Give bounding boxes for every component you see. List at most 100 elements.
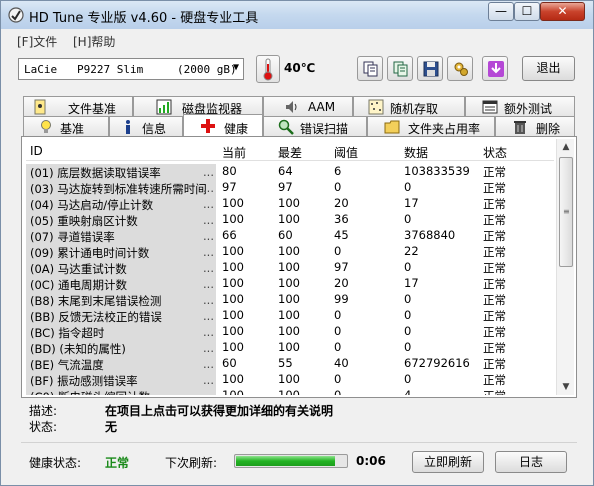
truncation-ellipsis: ... <box>203 309 214 323</box>
table-row[interactable]: (BF) 振动感测错误率... 100 100 0 0 正常 <box>26 371 554 388</box>
cell-worst: 60 <box>278 228 293 242</box>
table-row[interactable]: (BB) 反馈无法校正的错误... 100 100 0 0 正常 <box>26 307 554 324</box>
minimize-button[interactable]: — <box>488 2 514 21</box>
tab-folder-usage[interactable]: 文件夹占用率 <box>367 116 495 136</box>
cell-worst: 55 <box>278 356 293 370</box>
tab-aam[interactable]: AAM <box>263 96 353 116</box>
copy-all-icon <box>393 61 408 77</box>
table-row[interactable]: (0C) 通电周期计数... 100 100 20 17 正常 <box>26 275 554 292</box>
cell-threshold: 0 <box>334 244 342 258</box>
tab-benchmark[interactable]: 基准 <box>23 116 109 136</box>
vertical-scrollbar[interactable]: ▲ ≡ ▼ <box>556 139 574 395</box>
info-icon <box>126 120 130 134</box>
header-data[interactable]: 数据 <box>404 144 428 161</box>
refresh-timer: 0:06 <box>356 454 386 468</box>
truncation-ellipsis: ... <box>203 213 214 227</box>
tab-label: 错误扫描 <box>300 122 349 136</box>
table-row[interactable]: (B8) 末尾到末尾错误检测... 100 100 99 0 正常 <box>26 291 554 308</box>
menu-help[interactable]: [H]帮助 <box>73 33 115 50</box>
truncation-ellipsis: ... <box>203 293 214 307</box>
error-scan-icon <box>278 119 294 135</box>
tab-label: AAM <box>308 100 336 114</box>
download-button[interactable] <box>482 56 508 81</box>
dropdown-arrow-icon[interactable]: ▼ <box>233 62 239 73</box>
exit-button[interactable]: 退出 <box>522 56 575 81</box>
table-row[interactable]: (04) 马达启动/停止计数... 100 100 20 17 正常 <box>26 195 554 212</box>
menu-bar: [F]文件 [H]帮助 <box>1 30 593 52</box>
drive-select[interactable]: LaCie P9227 Slim (2000 gB) ▼ <box>18 58 244 80</box>
cell-status: 正常 <box>483 165 506 179</box>
table-row[interactable]: (03) 马达旋转到标准转速所需时间... 97 97 0 0 正常 <box>26 179 554 196</box>
cell-status: 正常 <box>483 197 506 211</box>
table-row[interactable]: (BD) (未知的属性)... 100 100 0 0 正常 <box>26 339 554 356</box>
table-row[interactable]: (BC) 指令超时... 100 100 0 0 正常 <box>26 323 554 340</box>
truncation-ellipsis: ... <box>203 325 214 339</box>
cell-worst: 64 <box>278 164 293 178</box>
cell-id: (C0) 断电磁头缩回计数... <box>26 388 216 395</box>
table-row[interactable]: (05) 重映射扇区计数... 100 100 36 0 正常 <box>26 211 554 228</box>
header-current[interactable]: 当前 <box>222 144 246 161</box>
table-row[interactable]: (07) 寻道错误率... 66 60 45 3768840 正常 <box>26 227 554 244</box>
maximize-button[interactable]: ☐ <box>514 2 540 21</box>
options-button[interactable] <box>447 56 473 81</box>
table-row[interactable]: (01) 底层数据读取错误率... 80 64 6 103833539 正常 <box>26 163 554 180</box>
copy-button[interactable] <box>357 56 383 81</box>
cell-worst: 100 <box>278 372 300 386</box>
tab-extra-tests[interactable]: 额外测试 <box>465 96 575 116</box>
tab-health[interactable]: 健康 <box>183 114 263 136</box>
attribute-name: (BD) (未知的属性) <box>30 342 126 356</box>
refresh-now-button[interactable]: 立即刷新 <box>412 451 484 473</box>
cell-status: 正常 <box>483 261 506 275</box>
cell-status: 正常 <box>483 229 506 243</box>
tab-error-scan[interactable]: 错误扫描 <box>263 116 367 136</box>
tab-file-benchmark[interactable]: 文件基准 <box>23 96 133 116</box>
log-button[interactable]: 日志 <box>495 451 567 473</box>
menu-file[interactable]: [F]文件 <box>17 33 57 50</box>
smart-table[interactable]: ID 当前 最差 阈值 数据 状态 (01) 底层数据读取错误率... 80 64 6… <box>26 139 554 395</box>
cell-id: (BD) (未知的属性)... <box>26 340 216 356</box>
scrollbar-thumb[interactable]: ≡ <box>559 157 573 267</box>
attribute-name: (01) 底层数据读取错误率 <box>30 166 161 180</box>
file-benchmark-icon <box>34 99 46 115</box>
tab-info[interactable]: 信息 <box>109 116 183 136</box>
toolbar: LaCie P9227 Slim (2000 gB) ▼ 40℃ 退出 <box>1 52 593 88</box>
attribute-name: (BC) 指令超时 <box>30 326 105 340</box>
save-button[interactable] <box>417 56 443 81</box>
table-row[interactable]: (BE) 气流温度... 60 55 40 672792616 正常 <box>26 355 554 372</box>
header-worst[interactable]: 最差 <box>278 144 302 161</box>
scroll-up-icon[interactable]: ▲ <box>557 139 575 155</box>
cell-threshold: 36 <box>334 212 349 226</box>
title-bar[interactable]: HD Tune 专业版 v4.60 - 硬盘专业工具 — ☐ ✕ <box>1 1 593 29</box>
smart-table-panel: ID 当前 最差 阈值 数据 状态 (01) 底层数据读取错误率... 80 64 6… <box>21 136 577 398</box>
copy-all-button[interactable] <box>387 56 413 81</box>
cell-current: 100 <box>222 308 244 322</box>
cell-data: 672792616 <box>404 356 470 370</box>
tab-label: 文件基准 <box>68 102 117 116</box>
attribute-name: (B8) 末尾到末尾错误检测 <box>30 294 162 308</box>
table-row[interactable]: (09) 累计通电时间计数... 100 100 0 22 正常 <box>26 243 554 260</box>
health-status-label: 健康状态: <box>29 456 82 470</box>
header-status[interactable]: 状态 <box>483 144 507 161</box>
attribute-name: (BB) 反馈无法校正的错误 <box>30 310 162 324</box>
attribute-name: (BE) 气流温度 <box>30 358 104 372</box>
header-id[interactable]: ID <box>30 144 43 158</box>
table-row[interactable]: (C0) 断电磁头缩回计数... 100 100 0 4 正常 <box>26 387 554 395</box>
disk-monitor-icon <box>156 99 172 115</box>
tab-delete[interactable]: 删除 <box>495 116 575 136</box>
table-row[interactable]: (0A) 马达重试计数... 100 100 97 0 正常 <box>26 259 554 276</box>
tab-disk-monitor[interactable]: 磁盘监视器 <box>133 96 263 116</box>
cell-status: 正常 <box>483 293 506 307</box>
cell-current: 97 <box>222 180 237 194</box>
tab-label: 信息 <box>142 122 167 136</box>
cell-worst: 97 <box>278 180 293 194</box>
header-threshold[interactable]: 阈值 <box>334 144 358 161</box>
scroll-down-icon[interactable]: ▼ <box>557 379 575 395</box>
truncation-ellipsis: ... <box>203 229 214 243</box>
close-button[interactable]: ✕ <box>540 2 585 21</box>
extra-tests-icon <box>482 100 498 114</box>
cell-status: 正常 <box>483 388 506 395</box>
cell-data: 0 <box>404 180 412 194</box>
tab-random-access[interactable]: 随机存取 <box>353 96 465 116</box>
cell-worst: 100 <box>278 212 300 226</box>
app-window: HD Tune 专业版 v4.60 - 硬盘专业工具 — ☐ ✕ [F]文件 [… <box>0 0 594 486</box>
